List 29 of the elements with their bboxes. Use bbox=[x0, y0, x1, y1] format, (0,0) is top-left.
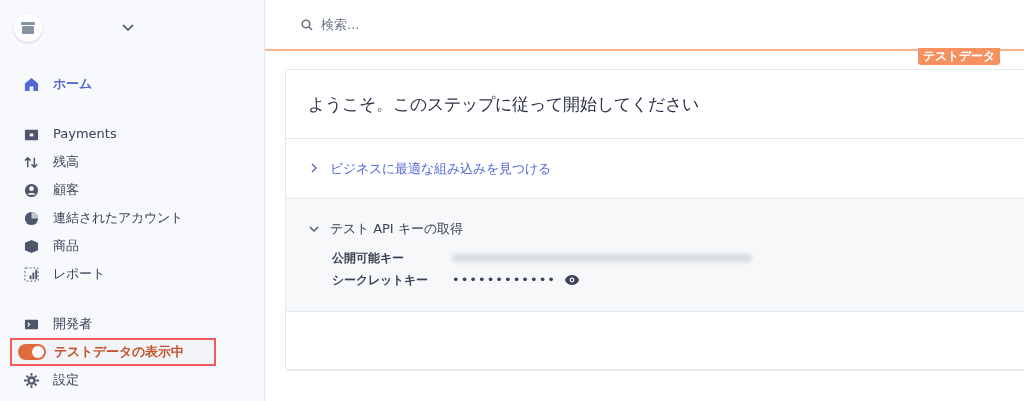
sidebar-item[interactable]: 連結されたアカウント bbox=[14, 204, 183, 232]
sidebar-item[interactable]: 顧客 bbox=[14, 176, 79, 204]
field-label: シークレットキー bbox=[332, 271, 429, 289]
search-field[interactable]: 検索... bbox=[321, 14, 521, 35]
person-icon bbox=[24, 182, 39, 198]
home-icon bbox=[24, 76, 39, 92]
sidebar-item[interactable]: 商品 bbox=[14, 232, 79, 260]
field-label: 公開可能キー bbox=[332, 249, 405, 267]
chart-icon bbox=[24, 266, 39, 282]
sidebar-item[interactable]: Payments bbox=[14, 120, 117, 148]
section-header[interactable]: テスト API キーの取得 bbox=[308, 219, 463, 239]
test-data-badge: テストデータ bbox=[918, 48, 1000, 65]
chevron-down-icon[interactable] bbox=[122, 24, 134, 32]
search-icon bbox=[301, 18, 313, 31]
gear-icon bbox=[24, 372, 39, 388]
secret-value: •••••••••••• bbox=[452, 270, 556, 289]
sidebar-item[interactable]: 開発者 bbox=[14, 310, 92, 338]
eye-icon[interactable] bbox=[564, 273, 580, 286]
test-data-toggle[interactable]: テストデータの表示中 bbox=[10, 338, 216, 366]
card-title: ようこそ。このステップに従って開始してください bbox=[308, 94, 699, 114]
store-logo[interactable] bbox=[14, 14, 42, 42]
pie-icon bbox=[24, 210, 39, 226]
arrows-icon bbox=[24, 154, 39, 170]
box-icon bbox=[24, 238, 39, 254]
sidebar-item[interactable]: 設定 bbox=[14, 366, 79, 394]
sidebar-item[interactable]: ホーム bbox=[14, 70, 92, 98]
sidebar-item[interactable]: 残高 bbox=[14, 148, 79, 176]
sidebar-item[interactable]: レポート bbox=[14, 260, 105, 288]
section-header[interactable]: ビジネスに最適な組み込みを見つける bbox=[308, 158, 551, 178]
